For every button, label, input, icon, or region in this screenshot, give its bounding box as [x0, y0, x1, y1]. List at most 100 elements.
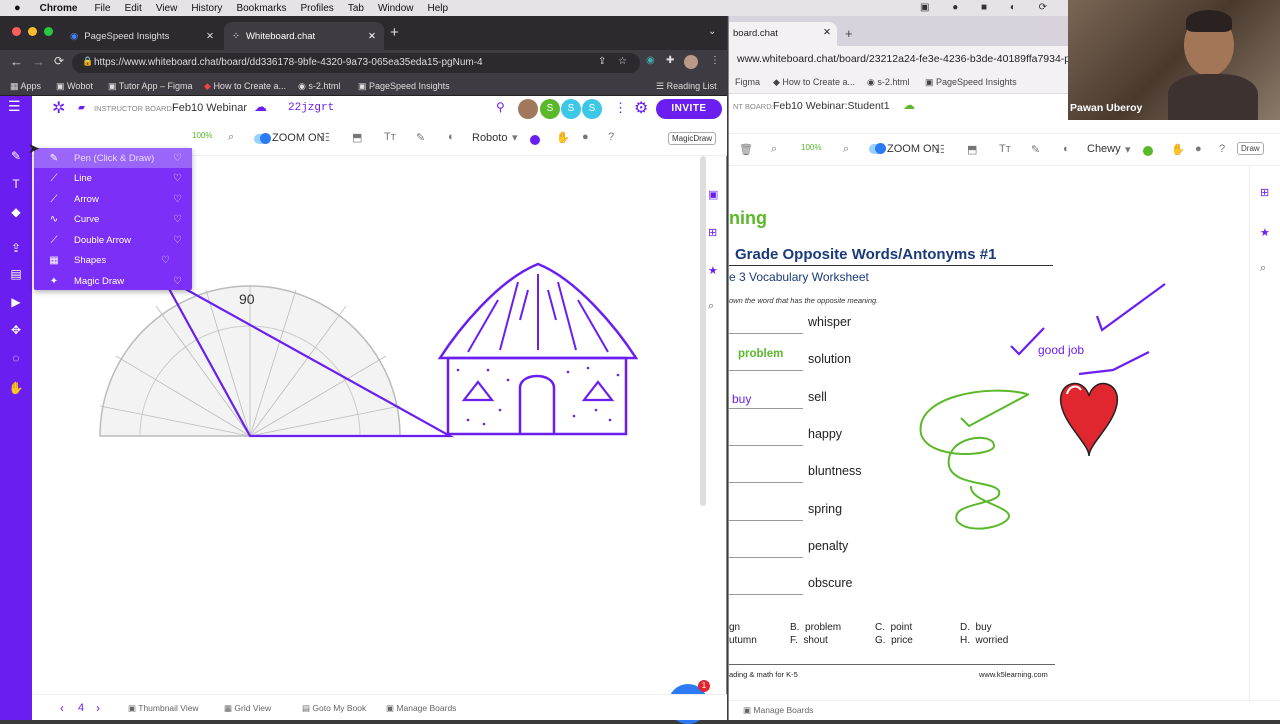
bookmark-how-to[interactable]: ◆ How to Create a... [773, 77, 855, 88]
zoom-toggle[interactable] [254, 133, 271, 144]
favorite-heart-icon[interactable]: ♡ [173, 276, 182, 287]
pen-style-icon[interactable]: ✎ [416, 131, 425, 144]
back-icon[interactable]: ← [10, 54, 23, 69]
left-url[interactable]: https://www.whiteboard.chat/board/dd3361… [94, 57, 483, 68]
reload-icon[interactable]: ⟳ [54, 54, 64, 68]
close-tab-icon[interactable]: ✕ [206, 31, 214, 42]
bookmark-pagespeed[interactable]: ▣ PageSpeed Insights [358, 81, 450, 92]
menu-item-shapes[interactable]: ▦ Shapes ♡ [34, 250, 192, 270]
tab-search-icon[interactable]: ⌄ [708, 26, 716, 37]
help-icon[interactable]: ? [608, 131, 614, 143]
color-dot[interactable] [1143, 146, 1153, 156]
menu-item-magic-draw[interactable]: ✦ Magic Draw ♡ [34, 271, 192, 291]
contrast-icon[interactable]: ◐ [1063, 143, 1070, 155]
goto-my-book[interactable]: ▤ Goto My Book [302, 703, 366, 714]
window-minimize-icon[interactable] [28, 27, 37, 36]
bookmark-how-to[interactable]: ◆ How to Create a... [204, 81, 286, 92]
tab-whiteboard[interactable]: ⁘ Whiteboard.chat ✕ [224, 22, 384, 50]
window-maximize-icon[interactable] [44, 27, 53, 36]
contrast-icon[interactable]: ◐ [448, 131, 455, 143]
text-tool-icon[interactable]: T [6, 174, 26, 194]
pointer-tool-icon[interactable]: ▶ [6, 292, 26, 312]
hand-icon[interactable]: ✋ [1171, 143, 1185, 156]
menu-item-double-arrow[interactable]: ⟋ Double Arrow ♡ [34, 230, 192, 250]
bookmark-apps[interactable]: ▦ Apps [10, 81, 41, 92]
trash-icon[interactable]: 🗑 [739, 143, 753, 156]
favorite-heart-icon[interactable]: ♡ [161, 255, 170, 266]
address-bar[interactable]: 🔒 https://www.whiteboard.chat/board/dd33… [72, 53, 640, 73]
menu-window[interactable]: Window [378, 3, 414, 14]
right-url[interactable]: www.whiteboard.chat/board/23212a24-fe3e-… [737, 53, 1070, 65]
eraser-tool-icon[interactable]: ◆ [6, 202, 26, 222]
font-caret-icon[interactable]: ▾ [512, 131, 518, 144]
menu-profiles[interactable]: Profiles [300, 3, 333, 14]
panel-side-icon[interactable]: ▣ [708, 188, 718, 201]
bookmark-wobot[interactable]: ▣ Wobot [56, 81, 93, 92]
side-tool-icon[interactable]: ⊞ [1260, 186, 1269, 199]
menu-item-pen[interactable]: ✎ Pen (Click & Draw) ♡ [34, 148, 192, 168]
apple-menu-icon[interactable]: ● [14, 2, 21, 14]
menu-help[interactable]: Help [428, 3, 449, 14]
grid-icon[interactable]: ☷ [935, 143, 945, 156]
search-icon[interactable]: ⌕ [1260, 262, 1266, 275]
favorite-heart-icon[interactable]: ♡ [173, 173, 182, 184]
eraser-mode-icon[interactable]: ● [582, 131, 589, 143]
profile-avatar[interactable] [684, 55, 698, 69]
prev-page-icon[interactable]: ‹ [60, 701, 64, 715]
draw-button[interactable]: Draw [1237, 142, 1264, 155]
bookmark-tutor[interactable]: ▣ Tutor App – Figma [108, 81, 193, 92]
hand-tool-icon[interactable]: ✋ [6, 378, 26, 398]
eraser-mode-icon[interactable]: ● [1195, 143, 1202, 155]
toolbox-icon[interactable]: ▤ [6, 264, 26, 284]
right-manage-boards[interactable]: ▣ Manage Boards [743, 705, 813, 716]
student-avatar[interactable]: S [561, 99, 581, 119]
tab-pagespeed[interactable]: ◉ PageSpeed Insights ✕ [62, 22, 222, 50]
user-photo-avatar[interactable] [518, 99, 538, 119]
menu-item-line[interactable]: ⟋ Line ♡ [34, 168, 192, 188]
menu-item-arrow[interactable]: ⟋ Arrow ♡ [34, 189, 192, 209]
manage-boards[interactable]: ▣ Manage Boards [386, 703, 456, 714]
grid-icon[interactable]: ☷ [320, 131, 330, 144]
bookmark-star-icon[interactable]: ☆ [618, 56, 627, 67]
right-active-tab[interactable]: board.chat ✕ [729, 22, 837, 46]
share-icon[interactable]: ⇪ [598, 56, 606, 67]
pen-tool-icon[interactable]: ✎ [6, 146, 26, 166]
kebab-menu-icon[interactable]: ⋮ [710, 55, 720, 66]
location-icon[interactable]: ⚲ [496, 100, 505, 114]
move-tool-icon[interactable]: ✥ [6, 320, 26, 340]
new-tab-icon[interactable]: + [845, 26, 853, 41]
text-size-icon[interactable]: Tт [384, 131, 396, 143]
thumbnail-view[interactable]: ▣ Thumbnail View [128, 703, 199, 714]
zoom-toggle[interactable] [869, 143, 886, 154]
pen-style-icon[interactable]: ✎ [1031, 143, 1040, 156]
text-size-icon[interactable]: Tт [999, 143, 1011, 155]
settings-gear-icon[interactable]: ⚙ [634, 98, 648, 118]
new-tab-icon[interactable]: + [390, 24, 399, 41]
bookmark-s2[interactable]: ◉ s-2.html [867, 77, 909, 88]
app-menu[interactable]: Chrome [40, 3, 78, 14]
menu-file[interactable]: File [94, 3, 110, 14]
favorite-heart-icon[interactable]: ♡ [173, 214, 182, 225]
more-icon[interactable]: ⋮ [614, 100, 627, 116]
star-icon[interactable]: ★ [1260, 226, 1270, 239]
extension-icon[interactable]: ◉ [646, 55, 655, 66]
bookmark-figma[interactable]: Figma [735, 77, 760, 87]
forward-icon[interactable]: → [32, 54, 45, 69]
zoom-out-icon[interactable]: ⌕ [771, 143, 777, 156]
menu-item-curve[interactable]: ∿ Curve ♡ [34, 209, 192, 229]
grid-view[interactable]: ▦ Grid View [224, 703, 271, 714]
lasso-tool-icon[interactable]: ◌ [6, 348, 26, 368]
window-close-icon[interactable] [12, 27, 21, 36]
hand-icon[interactable]: ✋ [556, 131, 570, 144]
student-avatar[interactable]: S [540, 99, 560, 119]
panel-search-icon[interactable]: ⌕ [708, 300, 714, 313]
zoom-in-icon[interactable]: ⌕ [228, 131, 234, 144]
font-select[interactable]: Roboto [472, 132, 507, 144]
bookmark-pagespeed[interactable]: ▣ PageSpeed Insights [925, 77, 1017, 88]
board-edit-icon[interactable]: ▰ [78, 102, 85, 113]
font-caret-icon[interactable]: ▾ [1125, 143, 1131, 156]
font-select[interactable]: Chewy [1087, 143, 1121, 155]
upload-tool-icon[interactable]: ⇪ [6, 238, 26, 258]
favorite-heart-icon[interactable]: ♡ [173, 194, 182, 205]
fill-icon[interactable]: ⬒ [967, 143, 977, 156]
